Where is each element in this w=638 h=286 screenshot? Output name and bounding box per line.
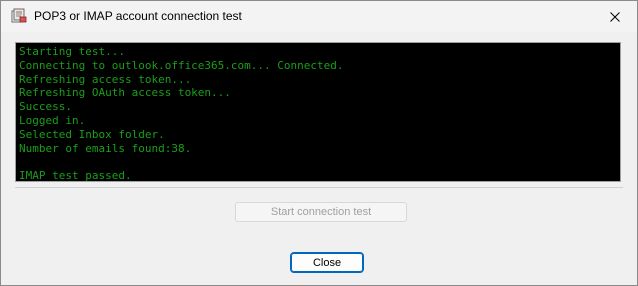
divider	[15, 187, 623, 188]
mail-test-icon	[11, 8, 27, 24]
dialog-window: POP3 or IMAP account connection test Sta…	[0, 0, 638, 286]
title-bar[interactable]: POP3 or IMAP account connection test	[1, 1, 637, 32]
console-line: IMAP test passed.	[19, 169, 132, 182]
console-line: Selected Inbox folder.	[19, 127, 165, 141]
window-title: POP3 or IMAP account connection test	[34, 9, 242, 23]
start-connection-test-button[interactable]: Start connection test	[235, 202, 407, 222]
console-line: Refreshing access token...	[19, 72, 192, 86]
close-icon	[610, 11, 620, 22]
console-line: Number of emails found:38.	[19, 141, 192, 155]
test-output-console[interactable]: Starting test... Connecting to outlook.o…	[15, 42, 621, 182]
console-line: Success.	[19, 100, 72, 114]
console-line: Starting test...	[19, 45, 125, 58]
close-button[interactable]: Close	[290, 252, 364, 273]
console-line: Refreshing OAuth access token...	[19, 86, 231, 100]
console-line: Connecting to outlook.office365.com... C…	[19, 58, 344, 72]
window-close-button[interactable]	[593, 1, 637, 32]
console-line: Logged in.	[19, 113, 86, 127]
